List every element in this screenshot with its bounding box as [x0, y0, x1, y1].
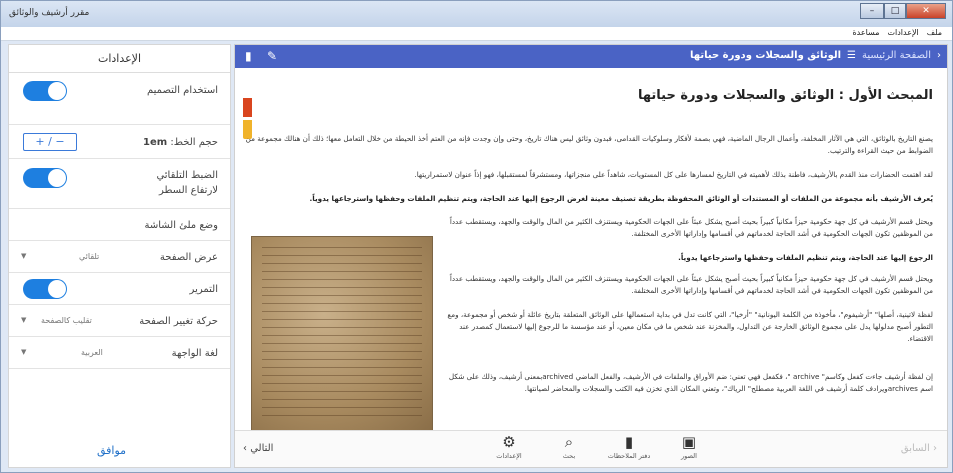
- search-button[interactable]: ⌕ بحث: [539, 433, 599, 461]
- previous-label: السابق: [900, 443, 930, 454]
- auto-line-height-toggle[interactable]: [23, 168, 67, 188]
- ui-lang-row[interactable]: لغة الواجهة العربية ▼: [9, 337, 230, 369]
- close-icon[interactable]: ✕: [906, 3, 946, 19]
- bookmark-red-icon[interactable]: [243, 98, 252, 117]
- gear-icon: ⚙: [502, 433, 516, 451]
- chevron-down-icon[interactable]: ▼: [21, 252, 26, 260]
- reader-bottombar: ‹ التالي ⚙ الإعدادات ⌕ بحث ▮ دفتر الملاح…: [235, 430, 947, 467]
- paragraph: يُعرف الأرشيف بأنه مجموعة من الملفات أو …: [309, 194, 933, 203]
- previous-button[interactable]: السابق ›: [901, 443, 937, 454]
- chevron-down-icon[interactable]: ▼: [21, 316, 26, 324]
- reader-content[interactable]: المبحث الأول : الوثائق والسجلات ودورة حي…: [235, 68, 947, 430]
- menu-help[interactable]: مساعدة: [852, 28, 879, 37]
- breadcrumb: ‹ الصفحة الرئيسية ☰ الوثائق والسجلات ودو…: [690, 50, 941, 61]
- page-turn-value: تقليب كالصفحة: [41, 316, 92, 325]
- font-size-stepper[interactable]: + / −: [23, 133, 77, 151]
- chevron-left-icon: ‹: [243, 443, 247, 454]
- chapter-heading: المبحث الأول : الوثائق والسجلات ودورة حي…: [637, 88, 933, 103]
- reader-topbar: ▮ ✎ ‹ الصفحة الرئيسية ☰ الوثائق والسجلات…: [235, 45, 947, 68]
- auto-line-height-label: الضبط التلقائي لارتفاع السطر: [156, 170, 218, 196]
- paragraph: يصنع التاريخ بالوثائق، التي هي الآثار ال…: [245, 134, 933, 155]
- use-design-row: استخدام التصميم: [9, 73, 230, 125]
- ui-lang-value: العربية: [81, 348, 103, 357]
- paragraph: لقد اهتمت الحضارات منذ القدم بالأرشيف، ف…: [414, 170, 933, 179]
- paragraph: ويحتل قسم الأرشيف في كل جهة حكومية حيزاً…: [449, 217, 933, 238]
- next-button[interactable]: ‹ التالي: [243, 443, 273, 454]
- breadcrumb-title: الوثائق والسجلات ودورة حياتها: [690, 50, 842, 61]
- paragraph: الرجوع إليها عند الحاجة، ويتم تنظيم المل…: [678, 253, 933, 262]
- screen-mode-label: وضع ملئ الشاشة: [144, 220, 218, 231]
- screen-mode-row[interactable]: وضع ملئ الشاشة: [9, 209, 230, 241]
- font-size-value: 1em: [143, 137, 168, 148]
- settings-title: الإعدادات: [9, 45, 230, 73]
- window-controls: – □ ✕: [860, 3, 946, 19]
- settings-panel: الإعدادات استخدام التصميم حجم الخط: 1em …: [8, 44, 231, 468]
- scroll-row: التمرير: [9, 273, 230, 305]
- scroll-label: التمرير: [189, 284, 218, 295]
- use-design-label: استخدام التصميم: [147, 85, 218, 96]
- page-turn-label: حركة تغيير الصفحة: [139, 316, 218, 327]
- paragraph: لفظة لاتينية، أصلها" "أرشيفوم"، مأخوذة م…: [447, 310, 933, 343]
- menu-bar: ملف الإعدادات مساعدة: [1, 27, 952, 41]
- edit-icon[interactable]: ✎: [267, 49, 277, 63]
- font-size-row: حجم الخط: 1em + / −: [9, 125, 230, 159]
- notes-label: دفتر الملاحظات: [607, 452, 651, 460]
- font-size-label: حجم الخط: 1em: [143, 135, 218, 150]
- image-icon: ▣: [681, 433, 697, 451]
- paragraph: ويحتل قسم الأرشيف في كل جهة حكومية حيزاً…: [449, 274, 933, 295]
- page-turn-row[interactable]: حركة تغيير الصفحة تقليب كالصفحة ▼: [9, 305, 230, 337]
- breadcrumb-home[interactable]: الصفحة الرئيسية: [862, 50, 931, 61]
- back-chevron-icon[interactable]: ‹: [937, 50, 941, 61]
- settings-label: الإعدادات: [496, 452, 522, 460]
- ok-button[interactable]: موافق: [97, 444, 126, 457]
- search-icon: ⌕: [564, 433, 574, 451]
- minimize-icon[interactable]: –: [860, 3, 884, 19]
- menu-icon[interactable]: ☰: [847, 50, 856, 61]
- reader-panel: ▮ ✎ ‹ الصفحة الرئيسية ☰ الوثائق والسجلات…: [234, 44, 948, 468]
- app-window: مقرر أرشيف والوثائق – □ ✕ ملف الإعدادات …: [0, 0, 953, 473]
- menu-settings[interactable]: الإعدادات: [887, 28, 918, 37]
- chevron-right-icon: ›: [933, 443, 937, 454]
- use-design-toggle[interactable]: [23, 81, 67, 101]
- page-view-value: تلقائي: [79, 252, 100, 261]
- window-title: مقرر أرشيف والوثائق: [9, 8, 90, 18]
- page-view-row[interactable]: عرض الصفحة تلقائي ▼: [9, 241, 230, 273]
- images-label: الصور: [681, 452, 697, 460]
- paragraph: إن لفظة أرشيف جاءت كفعل وكاسم" archive "…: [448, 372, 933, 393]
- notes-button[interactable]: ▮ دفتر الملاحظات: [599, 433, 659, 461]
- search-label: بحث: [562, 452, 576, 460]
- images-button[interactable]: ▣ الصور: [659, 433, 719, 461]
- page-view-label: عرض الصفحة: [159, 252, 218, 263]
- menu-file[interactable]: ملف: [927, 28, 942, 37]
- auto-line-height-row: الضبط التلقائي لارتفاع السطر: [9, 159, 230, 209]
- notebook-icon: ▮: [624, 433, 634, 451]
- title-bar: مقرر أرشيف والوثائق – □ ✕: [1, 1, 952, 27]
- manuscript-image: [251, 236, 433, 430]
- chevron-down-icon[interactable]: ▼: [21, 348, 26, 356]
- bookmark-icon[interactable]: ▮: [245, 49, 252, 63]
- font-size-text: حجم الخط:: [170, 137, 218, 148]
- maximize-icon[interactable]: □: [884, 3, 906, 19]
- next-label: التالي: [250, 443, 274, 454]
- settings-button[interactable]: ⚙ الإعدادات: [479, 433, 539, 461]
- scroll-toggle[interactable]: [23, 279, 67, 299]
- ui-lang-label: لغة الواجهة: [171, 348, 218, 359]
